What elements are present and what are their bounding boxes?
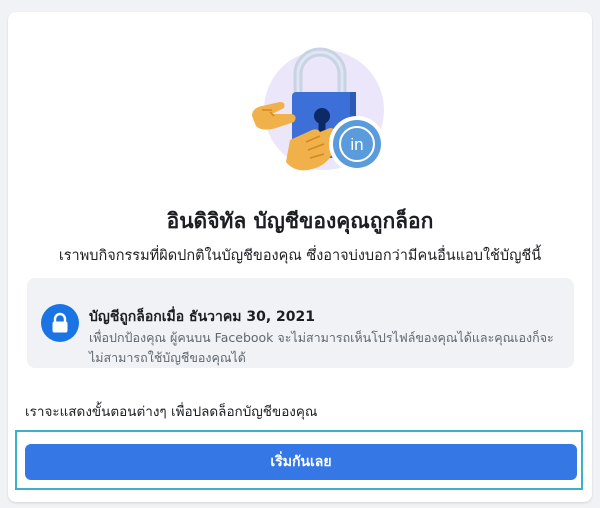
notice-body: เพื่อปกป้องคุณ ผู้คนบน Facebook จะไม่สาม… [89, 330, 554, 365]
lock-icon [41, 304, 79, 342]
page-subtitle: เราพบกิจกรรมที่ผิดปกติในบัญชีของคุณ ซึ่ง… [58, 248, 542, 264]
badge-text: in [350, 135, 363, 154]
notice-title: บัญชีถูกล็อกเมื่อ ธันวาคม 30, 2021 [89, 309, 315, 325]
page-title: อินดิจิทัล บัญชีของคุณถูกล็อก [166, 209, 434, 233]
locked-account-illustration: in [252, 47, 385, 172]
lock-notice: บัญชีถูกล็อกเมื่อ ธันวาคม 30, 2021 เพื่อ… [27, 278, 574, 368]
locked-account-card: in อินดิจิทัล บัญชีของคุณถูกล็อก เราพบกิ… [8, 12, 592, 502]
steps-description: เราจะแสดงขั้นตอนต่างๆ เพื่อปลดล็อกบัญชีข… [25, 404, 318, 420]
start-button[interactable]: เริ่มกันเลย [25, 444, 577, 480]
